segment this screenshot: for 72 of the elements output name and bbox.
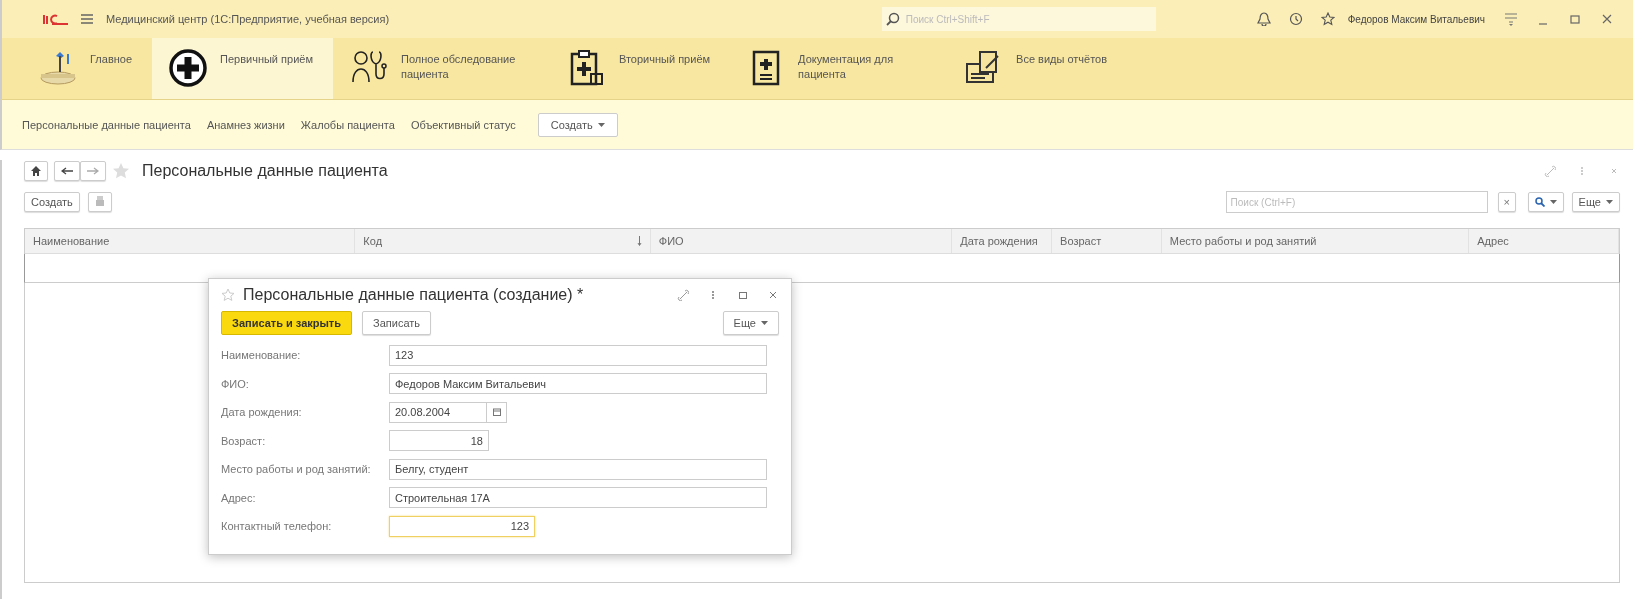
section-tab[interactable]: Документация для пациента xyxy=(730,38,949,99)
maximize-icon[interactable] xyxy=(737,289,749,301)
calendar-button[interactable] xyxy=(487,401,507,423)
arrow-right-icon xyxy=(87,167,99,175)
bell-icon[interactable] xyxy=(1256,12,1271,26)
home-icon xyxy=(31,166,41,176)
logo-icon xyxy=(42,13,68,25)
back-button[interactable] xyxy=(54,161,80,181)
maximize-icon[interactable] xyxy=(1568,12,1582,26)
field-label: Дата рождения: xyxy=(221,406,303,419)
star-icon[interactable] xyxy=(112,162,130,180)
printer-icon xyxy=(94,196,105,208)
save-button[interactable]: Записать xyxy=(362,311,432,335)
field-label: Наименование: xyxy=(221,349,302,362)
command-link[interactable]: Анамнез жизни xyxy=(206,118,285,131)
dialog-title: Персональные данные пациента (создание) * xyxy=(243,286,584,304)
field-label: Возраст: xyxy=(221,434,267,447)
column-header[interactable]: Код xyxy=(363,235,383,247)
search-icon xyxy=(1534,197,1545,207)
column-header[interactable]: Адрес xyxy=(1477,235,1509,247)
command-link[interactable]: Жалобы пациента xyxy=(300,118,395,131)
search-field[interactable]: Поиск (Ctrl+F) xyxy=(1225,191,1488,213)
search-icon xyxy=(885,12,900,26)
column-header[interactable]: Наименование xyxy=(33,235,110,247)
caret-icon xyxy=(761,321,768,325)
close-icon[interactable] xyxy=(767,289,779,301)
close-icon[interactable] xyxy=(1600,12,1614,26)
input-field[interactable]: 123 xyxy=(389,515,535,537)
sort-arrow-icon xyxy=(636,236,642,246)
field-label: Место работы и род занятий: xyxy=(221,463,372,476)
input-field[interactable]: 20.08.2004 xyxy=(389,401,487,423)
clear-button[interactable]: × xyxy=(1497,192,1516,212)
column-header[interactable]: ФИО xyxy=(658,235,684,247)
column-header[interactable]: Дата рождения xyxy=(960,235,1038,247)
field-label: Контактный телефон: xyxy=(221,520,333,533)
field-label: Адрес: xyxy=(221,491,257,504)
section-tab[interactable]: Полное обследование пациента xyxy=(333,38,551,99)
calendar-icon xyxy=(492,408,501,417)
input-field[interactable]: 123 xyxy=(389,344,767,366)
settings-icon[interactable] xyxy=(1504,12,1518,26)
input-field[interactable]: Белгу, студент xyxy=(389,458,767,480)
section-tab[interactable]: Главное xyxy=(22,38,153,99)
input-field[interactable]: 18 xyxy=(389,430,489,452)
star-icon[interactable] xyxy=(1320,12,1335,26)
create-menu-button[interactable]: Создать xyxy=(537,112,618,137)
window-title: Медицинский центр (1С:Предприятие, учебная версия) xyxy=(106,13,390,25)
history-icon[interactable] xyxy=(1288,12,1303,26)
user-name[interactable]: Федоров Максим Витальевич xyxy=(1347,13,1485,25)
menu-icon[interactable] xyxy=(80,13,94,25)
field-label: ФИО: xyxy=(221,377,250,390)
section-tab[interactable]: Вторичный приём xyxy=(551,38,731,99)
plus-icon xyxy=(168,48,209,88)
section-tab[interactable]: Первичный приём xyxy=(152,38,333,99)
arrow-left-icon xyxy=(61,167,73,175)
column-header[interactable]: Место работы и род занятий xyxy=(1169,235,1317,247)
save-and-close-button[interactable]: Записать и закрыть xyxy=(221,311,353,335)
more-button[interactable]: Еще xyxy=(722,311,779,335)
search-button[interactable] xyxy=(1527,192,1564,212)
create-button[interactable]: Создать xyxy=(24,192,80,212)
column-header[interactable]: Возраст xyxy=(1060,235,1102,247)
print-button[interactable] xyxy=(87,192,112,212)
more-button[interactable]: Еще xyxy=(1571,192,1620,212)
caret-icon xyxy=(1549,200,1557,204)
home-button[interactable] xyxy=(24,161,48,181)
command-link[interactable]: Объективный статус xyxy=(410,118,516,131)
input-field[interactable]: Федоров Максим Витальевич xyxy=(389,373,767,395)
input-field[interactable]: Строительная 17А xyxy=(389,487,767,509)
caret-icon xyxy=(597,122,605,127)
form-title: Персональные данные пациента xyxy=(142,162,388,180)
section-tab[interactable]: Все виды отчётов xyxy=(948,38,1149,99)
caret-icon xyxy=(1606,200,1613,204)
command-link[interactable]: Персональные данные пациента xyxy=(22,118,191,131)
